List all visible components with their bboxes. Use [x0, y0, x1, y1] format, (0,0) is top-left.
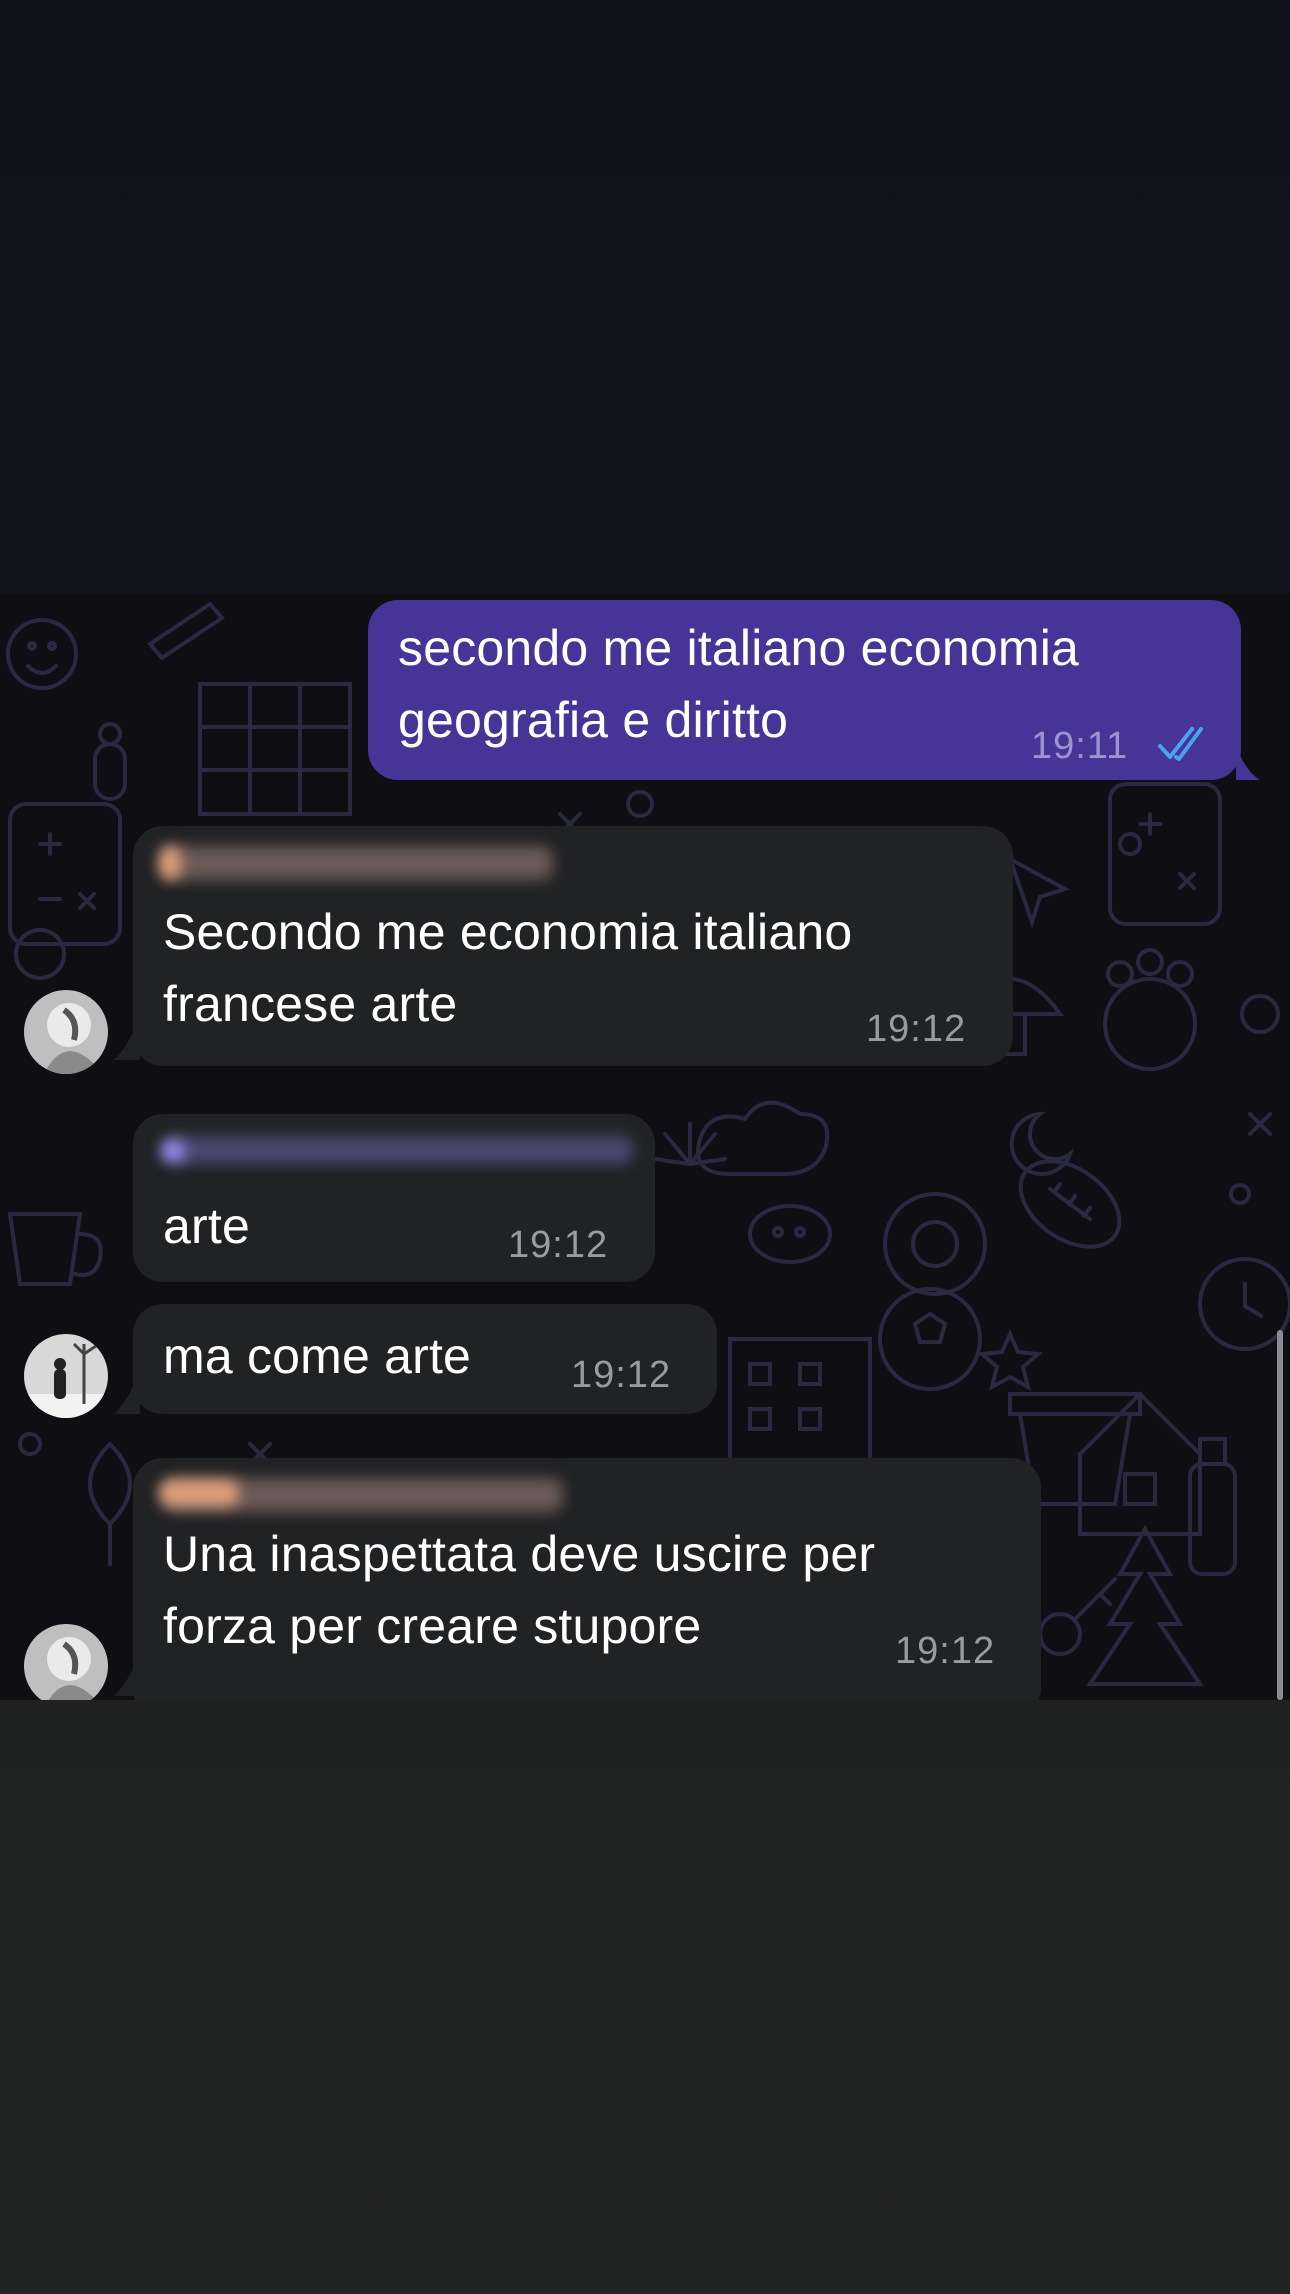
message-bubble-incoming[interactable]: Secondo me economia italiano francese ar…	[133, 826, 1013, 1066]
avatar[interactable]	[24, 990, 108, 1074]
message-bubble-incoming[interactable]: ma come arte 19:12	[133, 1304, 717, 1414]
message-bubble-incoming[interactable]: Una inaspettata deve uscire per forza pe…	[133, 1458, 1041, 1700]
message-time: 19:12	[866, 1008, 967, 1050]
message-text-line: arte	[163, 1198, 250, 1254]
message-text-line: forza per creare stupore	[163, 1598, 702, 1654]
message-time: 19:11	[1031, 725, 1129, 767]
message-bubble-outgoing[interactable]: secondo me italiano economia geografia e…	[368, 600, 1241, 780]
read-double-check-icon	[1158, 727, 1203, 761]
message-text-line: geografia e diritto	[398, 692, 789, 748]
message-text-line: Una inaspettata deve uscire per	[163, 1526, 876, 1582]
sender-name-redacted	[161, 1140, 185, 1162]
message-time: 19:12	[571, 1354, 672, 1396]
chat-area[interactable]: secondo me italiano economia geografia e…	[0, 594, 1290, 1700]
avatar[interactable]	[24, 1334, 108, 1418]
scrollbar[interactable]	[1277, 1330, 1283, 1700]
message-text-line: Secondo me economia italiano	[163, 904, 853, 960]
avatar[interactable]	[24, 1624, 108, 1700]
top-dark-area	[0, 0, 1290, 594]
message-text-line: ma come arte	[163, 1328, 472, 1384]
message-time: 19:12	[895, 1630, 996, 1672]
sender-name-redacted	[163, 846, 553, 880]
message-text-line: secondo me italiano economia	[398, 620, 1080, 676]
sender-name-redacted	[159, 846, 181, 880]
message-text-line: francese arte	[163, 976, 458, 1032]
bottom-dark-area	[0, 1700, 1290, 2294]
sender-name-redacted	[159, 1480, 239, 1506]
sender-name-redacted	[163, 1136, 633, 1164]
message-time: 19:12	[508, 1224, 609, 1266]
message-bubble-incoming[interactable]: arte 19:12	[133, 1114, 655, 1282]
